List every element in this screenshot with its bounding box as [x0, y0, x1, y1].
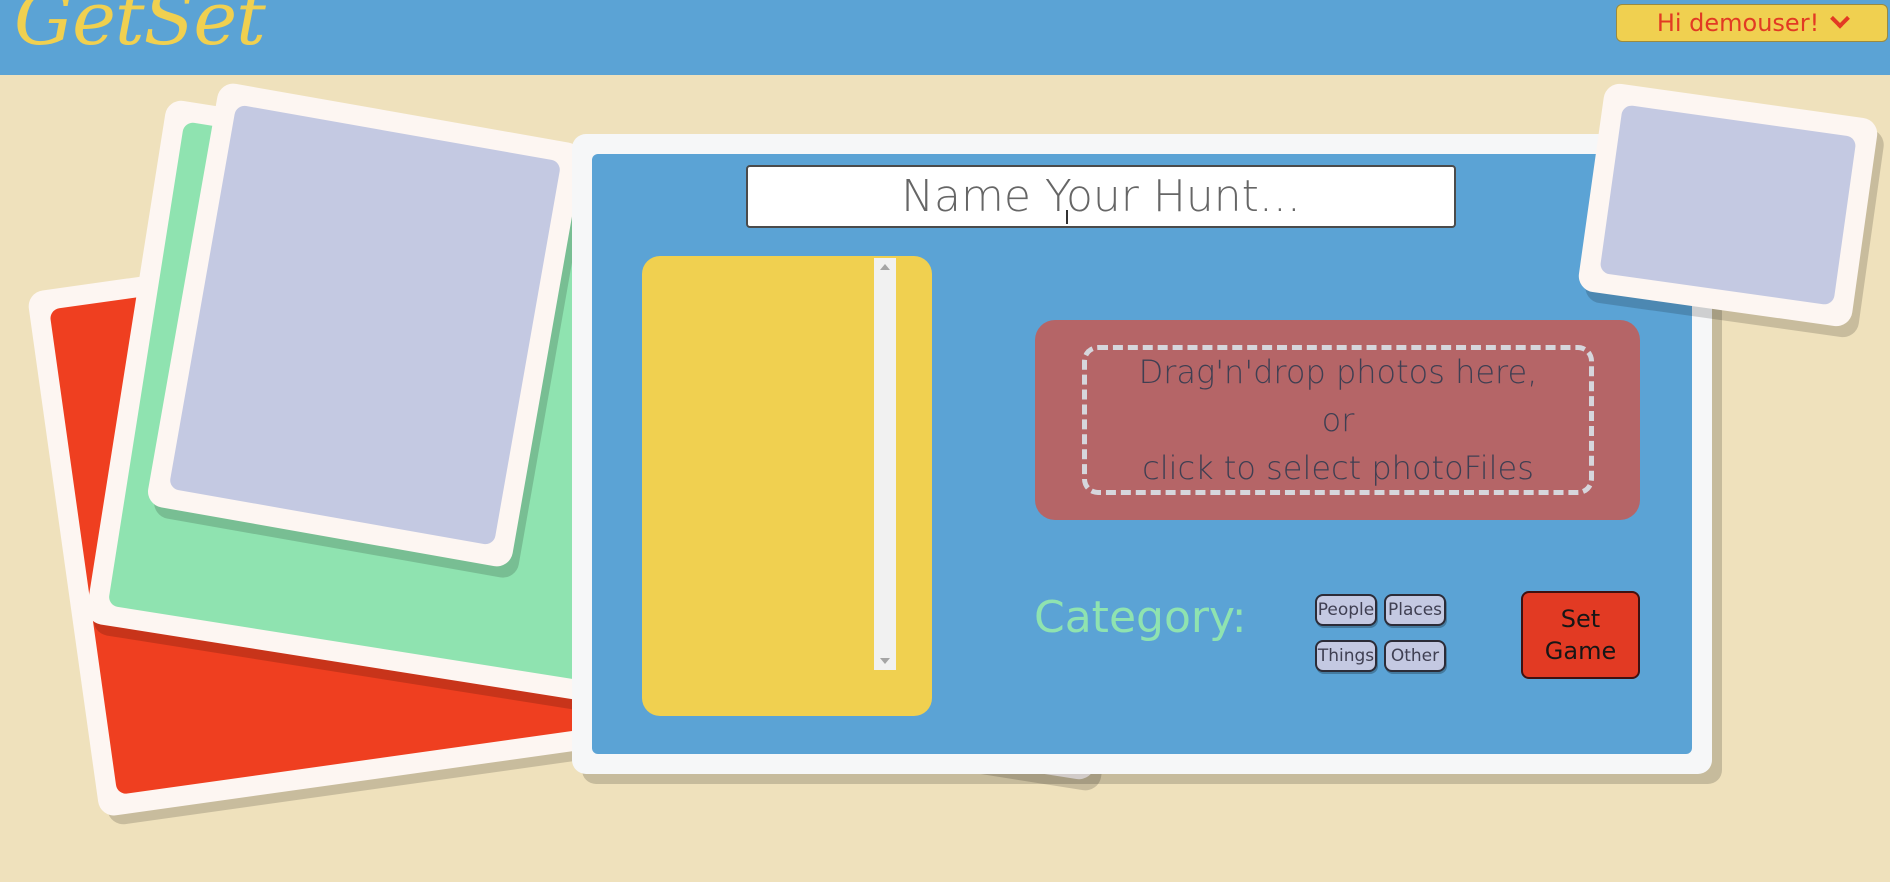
top-header: GetSet Hi demouser! [0, 0, 1890, 75]
dropzone-line-2: click to select photoFiles [1142, 449, 1534, 487]
photo-dropzone-target[interactable]: Drag'n'drop photos here, or click to sel… [1082, 345, 1594, 495]
user-greeting: Hi demouser! [1656, 9, 1820, 37]
dropzone-line-1: Drag'n'drop photos here, or [1138, 353, 1538, 439]
user-menu-button[interactable]: Hi demouser! [1616, 4, 1888, 42]
category-label: Category: [1034, 592, 1247, 643]
scroll-down-arrow-icon[interactable] [880, 658, 890, 664]
category-other-button[interactable]: Other [1384, 640, 1446, 672]
hunt-name-input[interactable] [746, 165, 1456, 228]
app-logo[interactable]: GetSet [14, 0, 266, 56]
set-game-label-line-1: Set [1560, 605, 1601, 633]
chevron-down-icon [1830, 8, 1851, 29]
scroll-up-arrow-icon[interactable] [880, 264, 890, 270]
dropzone-instructions: Drag'n'drop photos here, or click to sel… [1128, 348, 1548, 492]
decorative-card-lavender-left [145, 81, 585, 569]
category-things-button[interactable]: Things [1315, 640, 1377, 672]
text-cursor-icon [1066, 210, 1068, 224]
decorative-card-lavender-right [1576, 81, 1880, 329]
photo-list-scrollbar[interactable] [874, 258, 896, 670]
category-places-button[interactable]: Places [1384, 594, 1446, 626]
set-game-label-line-2: Game [1544, 637, 1617, 665]
set-game-button[interactable]: Set Game [1521, 591, 1640, 679]
category-people-button[interactable]: People [1315, 594, 1377, 626]
